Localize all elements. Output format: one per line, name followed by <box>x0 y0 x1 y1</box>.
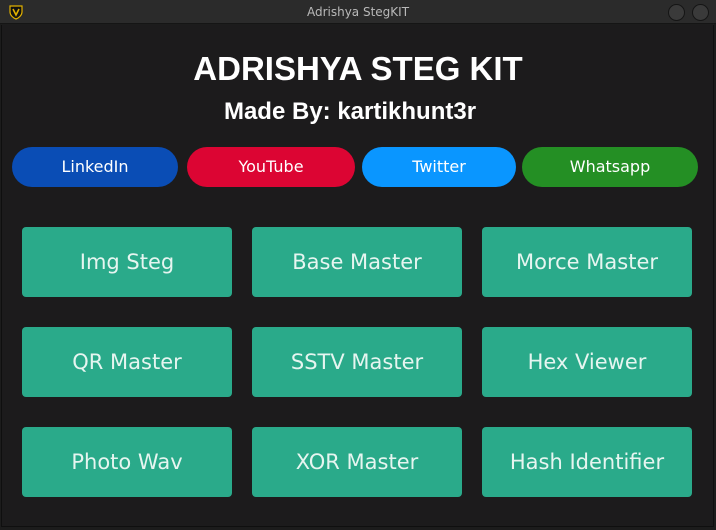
sstv-master-button[interactable]: SSTV Master <box>252 327 462 397</box>
app-window: Adrishya StegKIT ADRISHYA STEG KIT Made … <box>0 0 716 530</box>
whatsapp-button[interactable]: Whatsapp <box>522 147 698 187</box>
linkedin-button[interactable]: LinkedIn <box>12 147 178 187</box>
qr-master-button[interactable]: QR Master <box>22 327 232 397</box>
base-master-button[interactable]: Base Master <box>252 227 462 297</box>
app-title: ADRISHYA STEG KIT <box>193 50 523 87</box>
twitter-button[interactable]: Twitter <box>362 147 516 187</box>
hash-identifier-button[interactable]: Hash Identifier <box>482 427 692 497</box>
minimize-button[interactable] <box>668 4 685 21</box>
hex-viewer-button[interactable]: Hex Viewer <box>482 327 692 397</box>
youtube-button[interactable]: YouTube <box>187 147 355 187</box>
morce-master-button[interactable]: Morce Master <box>482 227 692 297</box>
xor-master-button[interactable]: XOR Master <box>252 427 462 497</box>
window-title: Adrishya StegKIT <box>306 5 410 19</box>
photo-wav-button[interactable]: Photo Wav <box>22 427 232 497</box>
close-button[interactable] <box>692 4 709 21</box>
img-steg-button[interactable]: Img Steg <box>22 227 232 297</box>
author-credit: Made By: kartikhunt3r <box>223 98 477 125</box>
title-bar[interactable]: Adrishya StegKIT <box>0 0 716 24</box>
